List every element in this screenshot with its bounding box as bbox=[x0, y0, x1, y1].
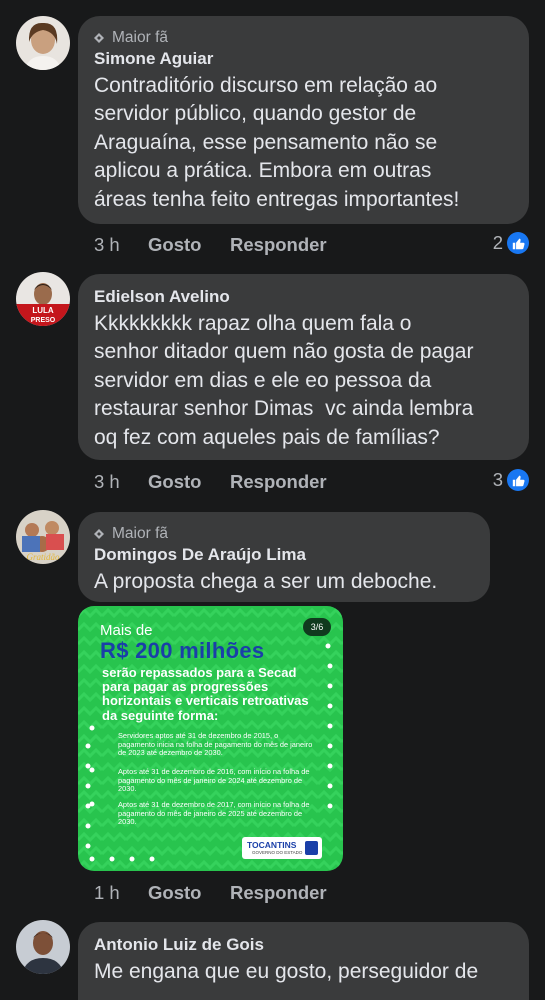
fan-badge-icon bbox=[94, 33, 104, 43]
avatar-domingos[interactable]: Gratidão bbox=[16, 510, 70, 564]
comment-author[interactable]: Domingos De Araújo Lima bbox=[94, 544, 474, 566]
fan-badge-label: Maior fã bbox=[112, 525, 168, 542]
svg-text:LULA: LULA bbox=[32, 306, 54, 315]
comment-text: Me engana que eu gosto, perseguidor de bbox=[94, 960, 479, 983]
fan-badge-label: Maior fã bbox=[112, 29, 168, 46]
comment-actions: 3 h Gosto Responder bbox=[94, 471, 327, 493]
tocantins-logo: TOCANTINS GOVERNO DO ESTADO bbox=[242, 837, 322, 859]
comment-bubble-antonio: Antonio Luiz de Gois Me engana que eu go… bbox=[78, 922, 529, 1000]
like-thumb-icon bbox=[507, 469, 529, 491]
comment-author[interactable]: Simone Aguiar bbox=[94, 48, 513, 70]
avatar-simone[interactable] bbox=[16, 16, 70, 70]
svg-text:Gratidão: Gratidão bbox=[26, 552, 60, 562]
comment-actions: 3 h Gosto Responder bbox=[94, 234, 327, 256]
comment-time[interactable]: 1 h bbox=[94, 882, 148, 904]
comment-author[interactable]: Antonio Luiz de Gois bbox=[94, 934, 513, 956]
reply-button[interactable]: Responder bbox=[230, 882, 327, 904]
reaction-count[interactable]: 3 bbox=[493, 469, 529, 491]
comment-text: Kkkkkkkkk rapaz olha quem fala o senhor … bbox=[94, 312, 474, 449]
reply-button[interactable]: Responder bbox=[230, 234, 327, 256]
fan-badge-icon bbox=[94, 529, 104, 539]
comment-text: Contraditório discurso em relação ao ser… bbox=[94, 74, 460, 211]
comment-bubble-edielson: Edielson Avelino Kkkkkkkkk rapaz olha qu… bbox=[78, 274, 529, 460]
comment-bubble-simone: Maior fã Simone Aguiar Contraditório dis… bbox=[78, 16, 529, 224]
fan-badge: Maior fã bbox=[94, 28, 513, 48]
reaction-count[interactable]: 2 bbox=[493, 232, 529, 254]
comment-bubble-domingos: Maior fã Domingos De Araújo Lima A propo… bbox=[78, 512, 490, 602]
logo-title: TOCANTINS bbox=[247, 840, 297, 850]
decorative-dots bbox=[85, 643, 333, 862]
like-thumb-icon bbox=[507, 232, 529, 254]
reaction-number: 3 bbox=[492, 469, 503, 490]
comment-attached-image[interactable]: 3/6 Mais de R$ 200 milhões serão repassa… bbox=[78, 606, 343, 871]
comment-text: A proposta chega a ser um deboche. bbox=[94, 570, 438, 593]
comment-time[interactable]: 3 h bbox=[94, 471, 148, 493]
reaction-number: 2 bbox=[492, 232, 503, 253]
avatar-edielson[interactable]: LULA PRESO bbox=[16, 272, 70, 326]
like-button[interactable]: Gosto bbox=[148, 882, 230, 904]
logo-subtitle: GOVERNO DO ESTADO bbox=[252, 850, 303, 855]
like-button[interactable]: Gosto bbox=[148, 471, 230, 493]
comment-actions: 1 h Gosto Responder bbox=[94, 882, 327, 904]
comment-time[interactable]: 3 h bbox=[94, 234, 148, 256]
reply-button[interactable]: Responder bbox=[230, 471, 327, 493]
logo-emblem-icon bbox=[305, 841, 318, 855]
fan-badge: Maior fã bbox=[94, 524, 474, 544]
like-button[interactable]: Gosto bbox=[148, 234, 230, 256]
svg-text:PRESO: PRESO bbox=[31, 317, 56, 324]
avatar-antonio[interactable] bbox=[16, 920, 70, 974]
comment-author[interactable]: Edielson Avelino bbox=[94, 286, 513, 308]
